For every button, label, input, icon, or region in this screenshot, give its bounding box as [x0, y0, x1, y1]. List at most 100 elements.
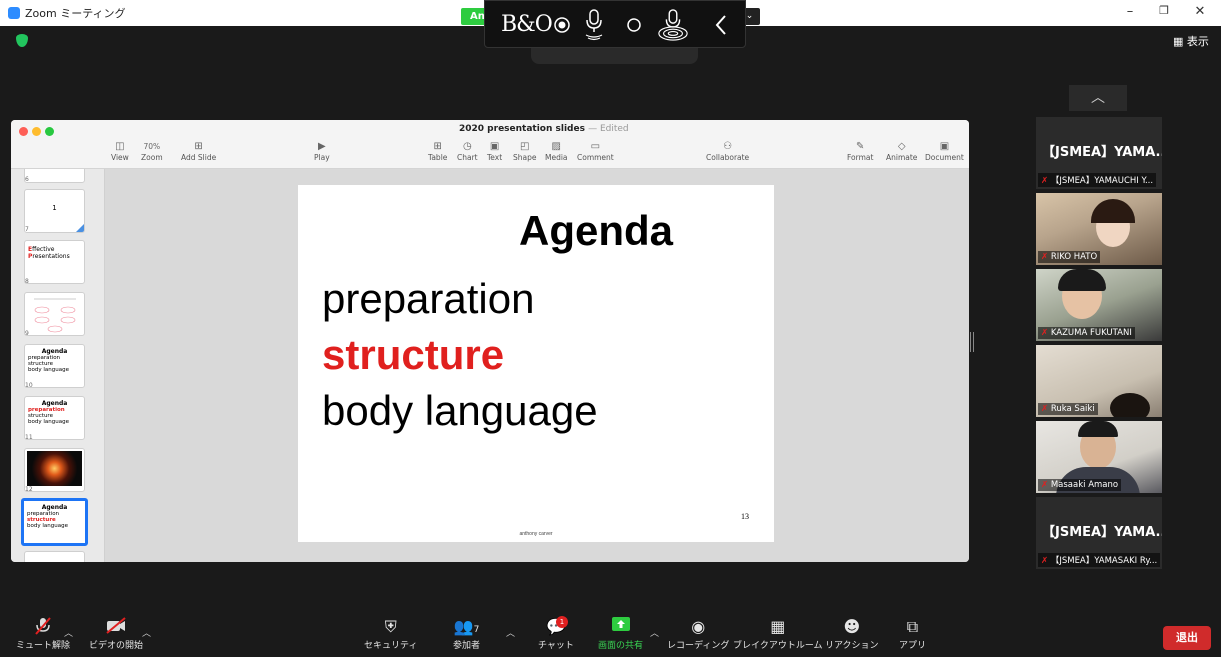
grid-icon: ▦ — [1173, 35, 1184, 48]
slide-bullet-highlight[interactable]: structure — [322, 331, 504, 379]
participants-options-caret[interactable]: ︿ — [506, 626, 515, 639]
participant-label: ✗ RIKO HATO — [1038, 251, 1101, 263]
toolbar-media[interactable]: ▨ Media — [545, 140, 568, 162]
slide-thumbnail[interactable] — [24, 169, 85, 183]
security-shield-icon[interactable] — [16, 34, 28, 47]
fireworks-image — [27, 451, 82, 486]
slide-number: 8 — [25, 278, 29, 285]
zoom-app-icon — [8, 7, 20, 19]
record-button[interactable]: ◉ レコーディング — [667, 616, 729, 651]
keynote-toolbar: 2020 presentation slides — Edited ◫ View … — [11, 120, 969, 169]
video-off-icon — [89, 616, 143, 638]
close-traffic-light[interactable] — [19, 127, 28, 136]
participant-hair — [1078, 421, 1118, 437]
toolbar-play[interactable]: ▶ Play — [314, 140, 330, 162]
restore-button[interactable]: ❐ — [1154, 4, 1174, 17]
smiley-icon: ☻ — [843, 617, 861, 636]
participant-label: ✗ KAZUMA FUKUTANI — [1038, 327, 1135, 339]
participant-label: ✗ 【JSMEA】YAMAUCHI Y... — [1038, 173, 1157, 187]
start-video-button[interactable]: ビデオの開始 — [89, 616, 143, 651]
participant-name-large: 【JSMEA】YAMA... — [1042, 525, 1162, 540]
participant-tile[interactable]: 【JSMEA】YAMA... ✗ 【JSMEA】YAMAUCHI Y... — [1036, 117, 1162, 189]
share-options-caret[interactable]: ︿ — [650, 626, 659, 639]
slide-number: 12 — [25, 486, 33, 493]
document-title: 2020 presentation slides — Edited — [459, 124, 629, 134]
animate-icon: ◇ — [897, 141, 906, 152]
chat-unread-badge: 1 — [556, 616, 568, 628]
close-button[interactable]: ✕ — [1190, 4, 1210, 19]
leave-meeting-button[interactable]: 退出 — [1163, 626, 1211, 650]
slide-thumbnail[interactable]: Agenda preparation structure body langua… — [24, 396, 85, 440]
security-button[interactable]: ⛨ セキュリティ — [364, 616, 417, 651]
toolbar-shape[interactable]: ◰ Shape — [513, 140, 537, 162]
zoom-traffic-light[interactable] — [45, 127, 54, 136]
radio-unselected-icon[interactable] — [618, 9, 650, 41]
slide-thumbnail[interactable]: Agenda preparation structure body langua… — [24, 344, 85, 388]
breakout-rooms-button[interactable]: ▦ ブレイクアウトルーム — [733, 616, 823, 651]
unmute-button[interactable]: ミュート解除 — [16, 616, 70, 651]
participant-video-tile[interactable]: ✗ KAZUMA FUKUTANI — [1036, 269, 1162, 341]
reactions-button[interactable]: ☻ リアクション — [825, 616, 879, 651]
toolbar-animate[interactable]: ◇ Animate — [886, 140, 917, 162]
toolbar-zoom[interactable]: 70% Zoom — [141, 140, 163, 162]
participant-name-large: 【JSMEA】YAMA... — [1042, 145, 1162, 160]
participant-video-tile[interactable]: ✗ Ruka Saiki — [1036, 345, 1162, 417]
current-slide[interactable]: Agenda preparation structure body langua… — [298, 185, 774, 542]
slide-number: 9 — [25, 330, 29, 337]
audio-options-caret[interactable]: ︿ — [64, 626, 73, 639]
toolbar-add-slide[interactable]: ⊞ Add Slide — [181, 140, 216, 162]
format-icon: ✎ — [856, 141, 865, 152]
muted-mic-icon: ✗ — [1041, 404, 1049, 414]
minimize-traffic-light[interactable] — [32, 127, 41, 136]
share-screen-icon — [598, 616, 643, 638]
chevron-up-icon: ︿ — [1091, 90, 1105, 106]
collapse-chevron-icon[interactable] — [705, 9, 737, 41]
participant-label: ✗ Ruka Saiki — [1038, 403, 1098, 415]
participant-video-tile[interactable]: ✗ RIKO HATO — [1036, 193, 1162, 265]
slide-bullet[interactable]: body language — [322, 387, 598, 435]
participants-button[interactable]: 👥7 参加者 — [453, 616, 480, 651]
slide-thumbnail[interactable] — [24, 551, 85, 562]
slide-thumbnail[interactable]: Effective Presentations — [24, 240, 85, 284]
scroll-up-button[interactable]: ︿ — [1069, 85, 1127, 111]
participant-video-tile[interactable]: ✗ Masaaki Amano — [1036, 421, 1162, 493]
slide-thumbnail[interactable] — [24, 292, 85, 336]
slide-title[interactable]: Agenda — [298, 207, 774, 255]
participant-hair — [1110, 393, 1150, 417]
toolbar-table[interactable]: ⊞ Table — [428, 140, 447, 162]
toolbar-collaborate[interactable]: ⚇ Collaborate — [706, 140, 749, 162]
participant-hair — [1058, 269, 1106, 291]
toolbar-chart[interactable]: ◷ Chart — [457, 140, 478, 162]
participant-label: ✗ Masaaki Amano — [1038, 479, 1122, 491]
muted-mic-icon: ✗ — [1041, 480, 1049, 490]
slide-thumbnail[interactable] — [24, 448, 85, 492]
video-options-caret[interactable]: ︿ — [142, 626, 151, 639]
slide-canvas[interactable]: Agenda preparation structure body langua… — [105, 169, 969, 562]
participant-label: ✗ 【JSMEA】YAMASAKI Ry... — [1038, 553, 1160, 567]
comment-icon: ▭ — [590, 141, 601, 152]
zoom-value: 70% — [143, 142, 161, 151]
apps-button[interactable]: ⧉ アプリ — [899, 616, 926, 651]
toolbar-text[interactable]: ▣ Text — [487, 140, 502, 162]
sidebar-icon: ◫ — [115, 141, 125, 152]
slide-thumbnail[interactable]: 1 — [24, 189, 85, 233]
panel-resize-handle[interactable] — [970, 332, 974, 352]
shape-icon: ◰ — [520, 141, 530, 152]
toolbar-document[interactable]: ▣ Document — [925, 140, 964, 162]
collaborate-icon: ⚇ — [723, 141, 733, 152]
participant-tile[interactable]: 【JSMEA】YAMA... ✗ 【JSMEA】YAMASAKI Ry... — [1036, 497, 1162, 569]
view-button[interactable]: ▦ 表示 — [1173, 33, 1209, 49]
mic-muted-icon — [16, 616, 70, 638]
toolbar-view[interactable]: ◫ View — [111, 140, 129, 162]
toolbar-comment[interactable]: ▭ Comment — [577, 140, 614, 162]
slide-bullet[interactable]: preparation — [322, 275, 534, 323]
minimize-button[interactable]: – — [1120, 4, 1140, 19]
toolbar-format[interactable]: ✎ Format — [847, 140, 873, 162]
share-screen-button[interactable]: 画面の共有 — [598, 616, 643, 651]
microphone-icon[interactable] — [578, 9, 610, 41]
keynote-window: 2020 presentation slides — Edited ◫ View … — [11, 120, 969, 562]
document-icon: ▣ — [939, 141, 950, 152]
microphone-omni-icon[interactable] — [657, 9, 689, 41]
radio-selected-icon[interactable] — [546, 9, 578, 41]
slide-footer: anthony carver — [519, 531, 553, 537]
